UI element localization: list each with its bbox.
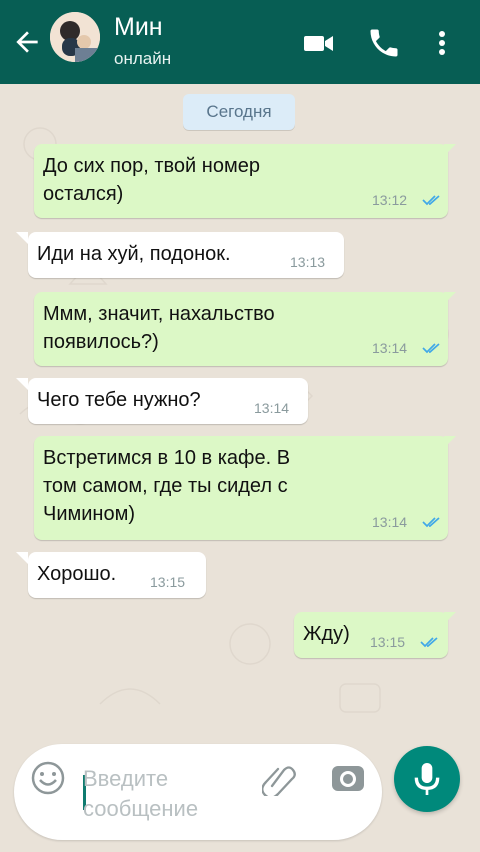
- message-time: 13:14: [254, 400, 290, 416]
- message-time: 13:15: [150, 574, 186, 590]
- message-bubble[interactable]: Встретимся в 10 в кафе. В том самом, где…: [34, 436, 456, 540]
- bubble-tail: [16, 232, 28, 244]
- double-check-icon: [420, 637, 438, 648]
- message-bubble[interactable]: Иди на хуй, подонок. 13:13: [16, 232, 344, 278]
- date-pill: Сегодня: [183, 94, 295, 130]
- double-check-icon: [422, 195, 440, 206]
- chat-header: Мин онлайн: [0, 0, 480, 84]
- message-text: Встретимся в 10 в кафе. В том самом, где…: [43, 447, 291, 525]
- message-bubble[interactable]: Хорошо. 13:15: [16, 552, 206, 598]
- message-text: Ммм, значит, нахальство появилось?): [43, 303, 275, 353]
- chat-area[interactable]: Сегодня До сих пор, твой номер остался) …: [0, 84, 480, 770]
- message-composer[interactable]: Введите сообщение: [14, 744, 382, 840]
- paperclip-icon[interactable]: [262, 762, 296, 796]
- bubble-tail: [444, 144, 456, 156]
- message-time: 13:12: [372, 192, 408, 208]
- bubble-tail: [16, 378, 28, 390]
- message-text: Иди на хуй, подонок.: [37, 243, 231, 265]
- camera-icon[interactable]: [330, 760, 366, 796]
- mic-button[interactable]: [394, 746, 460, 812]
- message-time: 13:13: [290, 254, 326, 270]
- avatar[interactable]: [50, 12, 100, 62]
- message-time: 13:14: [372, 514, 408, 530]
- contact-status: онлайн: [114, 49, 172, 68]
- message-text: Чего тебе нужно?: [37, 389, 201, 411]
- arrow-left-icon[interactable]: [10, 26, 44, 58]
- message-bubble[interactable]: Жду) 13:15: [294, 612, 456, 658]
- message-bubble[interactable]: Ммм, значит, нахальство появилось?) 13:1…: [34, 292, 456, 366]
- message-bubble[interactable]: Чего тебе нужно? 13:14: [16, 378, 308, 424]
- message-text: До сих пор, твой номер остался): [43, 155, 260, 205]
- message-bubble[interactable]: До сих пор, твой номер остался) 13:12: [34, 144, 456, 218]
- message-text: Хорошо.: [37, 563, 117, 585]
- double-check-icon: [422, 343, 440, 354]
- contact-name[interactable]: Мин: [114, 12, 163, 42]
- double-check-icon: [422, 517, 440, 528]
- message-time: 13:15: [370, 634, 406, 650]
- bubble-tail: [444, 436, 456, 448]
- microphone-icon: [414, 763, 440, 795]
- more-vert-icon[interactable]: [424, 25, 460, 61]
- bubble-tail: [444, 292, 456, 304]
- bubble-tail: [444, 612, 456, 624]
- emoji-icon[interactable]: [30, 760, 66, 796]
- video-call-icon[interactable]: [300, 25, 336, 61]
- bubble-tail: [16, 552, 28, 564]
- phone-icon[interactable]: [366, 25, 402, 61]
- message-input[interactable]: Введите сообщение: [83, 764, 243, 824]
- message-text: Жду): [303, 623, 350, 645]
- message-time: 13:14: [372, 340, 408, 356]
